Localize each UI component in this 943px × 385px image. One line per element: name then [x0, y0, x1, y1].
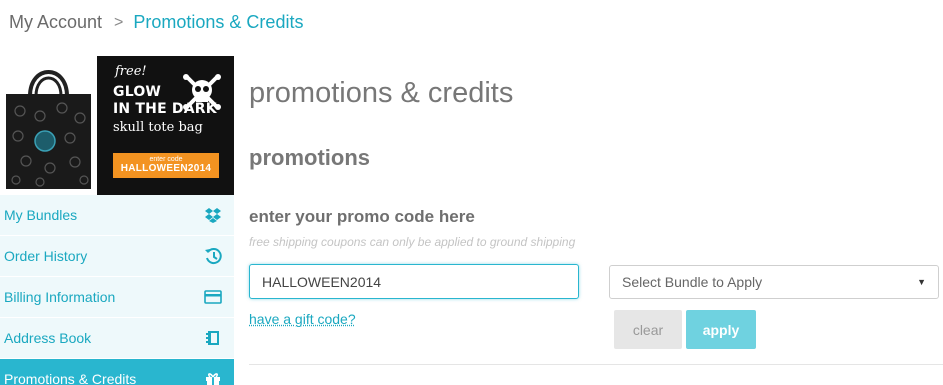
promo-code-badge: enter code HALLOWEEN2014 — [113, 153, 219, 178]
promo-subtitle: skull tote bag — [113, 120, 203, 135]
breadcrumb-my-account[interactable]: My Account — [9, 12, 102, 33]
bundle-select-value: Select Bundle to Apply — [622, 274, 762, 290]
promo-ad: free! GLOW IN THE DARK skull tote bag en… — [97, 56, 234, 195]
sidebar-item-order-history[interactable]: Order History — [0, 236, 234, 277]
page-title: promotions & credits — [249, 77, 513, 110]
promo-code-input[interactable] — [249, 264, 579, 299]
credit-card-icon — [204, 288, 222, 306]
divider — [249, 364, 943, 365]
breadcrumb: My Account > Promotions & Credits — [9, 12, 303, 33]
gift-code-link[interactable]: have a gift code? — [249, 311, 356, 327]
promo-free-text: free! — [115, 64, 147, 79]
section-title: promotions — [249, 145, 370, 171]
promo-banner[interactable]: free! GLOW IN THE DARK skull tote bag en… — [0, 56, 234, 195]
dropbox-icon — [204, 206, 222, 224]
bundle-select[interactable]: Select Bundle to Apply ▼ — [609, 265, 939, 299]
breadcrumb-separator: > — [114, 14, 123, 32]
sidebar-item-promotions[interactable]: Promotions & Credits — [0, 359, 234, 385]
promo-heading: enter your promo code here — [249, 207, 475, 227]
sidebar-item-label: Address Book — [4, 330, 91, 346]
sidebar-item-label: Billing Information — [4, 289, 115, 305]
history-icon — [204, 247, 222, 265]
skull-crossbones-icon — [182, 72, 222, 112]
sidebar-item-label: Order History — [4, 248, 87, 264]
clear-button[interactable]: clear — [614, 310, 682, 349]
promo-code-label: enter code — [113, 153, 219, 163]
tote-bag-image — [0, 56, 97, 195]
gift-icon — [204, 370, 222, 385]
sidebar-item-billing[interactable]: Billing Information — [0, 277, 234, 318]
sidebar-item-my-bundles[interactable]: My Bundles — [0, 195, 234, 236]
sidebar-item-label: Promotions & Credits — [4, 371, 136, 385]
promo-code-value: HALLOWEEN2014 — [113, 163, 219, 174]
account-sidebar: My Bundles Order History Billing Informa… — [0, 195, 234, 385]
apply-button[interactable]: apply — [686, 310, 756, 349]
caret-down-icon: ▼ — [917, 277, 926, 287]
sidebar-item-address-book[interactable]: Address Book — [0, 318, 234, 359]
address-book-icon — [204, 329, 222, 347]
promo-note: free shipping coupons can only be applie… — [249, 235, 575, 249]
sidebar-item-label: My Bundles — [4, 207, 77, 223]
breadcrumb-current: Promotions & Credits — [133, 12, 303, 33]
